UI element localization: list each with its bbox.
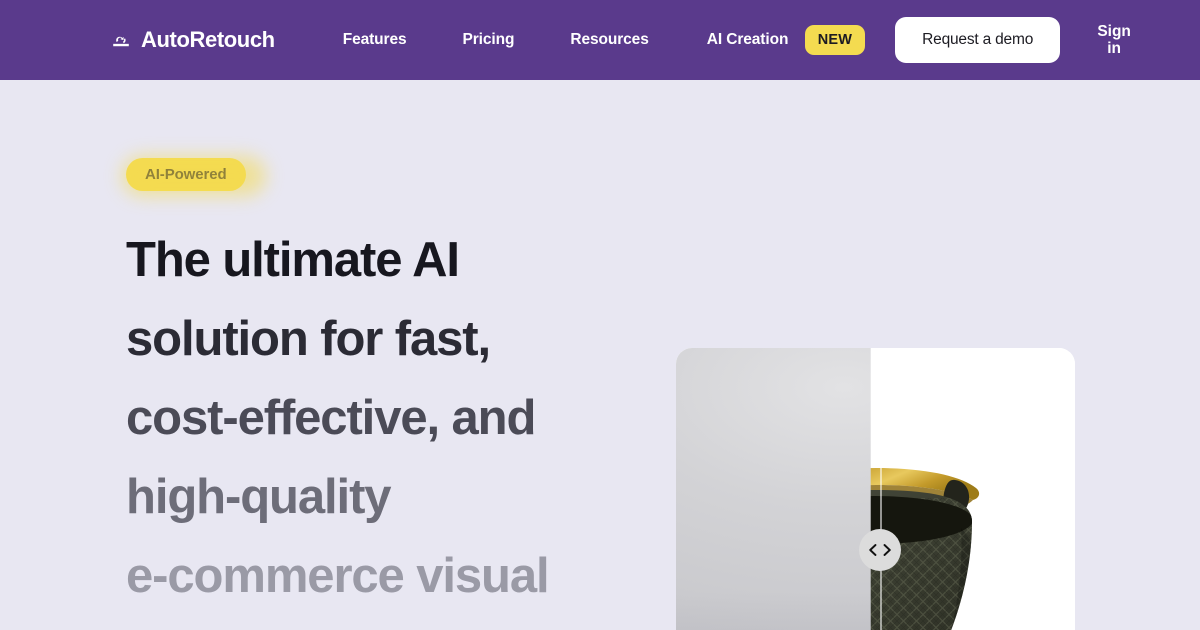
headline-line-1: The ultimate AI bbox=[126, 233, 460, 287]
brand-logo[interactable]: AutoRetouch bbox=[110, 27, 275, 53]
site-header: AutoRetouch Features Pricing Resources A… bbox=[0, 0, 1200, 80]
compare-slider-handle[interactable] bbox=[859, 529, 902, 571]
badge-glow bbox=[122, 156, 266, 196]
autoretouch-logo-icon bbox=[110, 29, 132, 51]
headline-line-3: cost-effective, and bbox=[126, 390, 536, 445]
headline-line-4: high-quality bbox=[126, 469, 392, 524]
primary-nav: Features Pricing Resources AI Creation bbox=[309, 31, 789, 49]
nav-item-ai-creation[interactable]: AI Creation bbox=[707, 31, 789, 48]
headline-line-2: solution for fast, bbox=[126, 311, 491, 366]
nav-item-features[interactable]: Features bbox=[327, 31, 423, 49]
compare-divider bbox=[880, 348, 882, 630]
brand-name: AutoRetouch bbox=[141, 27, 275, 52]
request-demo-button[interactable]: Request a demo bbox=[895, 17, 1061, 63]
compare-image-stage bbox=[676, 348, 1075, 630]
nav-item-pricing[interactable]: Pricing bbox=[447, 31, 531, 49]
headline-line-5: e-commerce visual bbox=[126, 548, 550, 603]
nav-item-resources[interactable]: Resources bbox=[554, 31, 664, 49]
left-right-chevrons-icon bbox=[867, 543, 893, 557]
ai-powered-badge-wrap: AI-Powered bbox=[122, 156, 646, 196]
hero-copy: AI-Powered The ultimate AI solution for … bbox=[96, 156, 716, 630]
headline-line-6: editing at scale. bbox=[126, 615, 646, 630]
new-badge[interactable]: NEW bbox=[804, 25, 866, 55]
before-after-compare-card[interactable] bbox=[676, 348, 1075, 630]
sign-in-link[interactable]: Sign in bbox=[1092, 23, 1136, 58]
page-title: The ultimate AI solution for fast, cost-… bbox=[126, 221, 646, 630]
